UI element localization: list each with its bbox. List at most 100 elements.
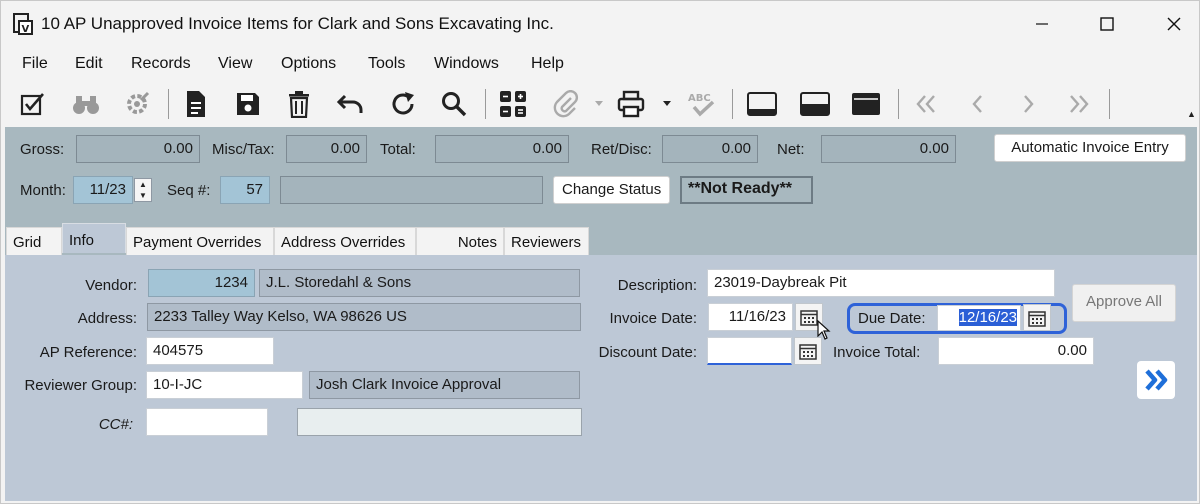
spellcheck-button[interactable]: ABC	[684, 87, 718, 121]
search-icon	[442, 92, 467, 117]
delete-button[interactable]	[282, 87, 316, 121]
tab-notes[interactable]: Notes	[416, 227, 504, 257]
discount-date-label: Discount Date:	[598, 344, 697, 361]
discount-date-calendar-button[interactable]	[794, 337, 822, 365]
menu-help[interactable]: Help	[531, 55, 564, 73]
tab-reviewers[interactable]: Reviewers	[504, 227, 589, 257]
tab-address-overrides[interactable]: Address Overrides	[274, 227, 416, 257]
vendor-id-field[interactable]: 1234	[148, 269, 255, 297]
prev-record-icon	[972, 95, 982, 113]
approve-all-button[interactable]: Approve All	[1072, 284, 1176, 322]
layout-top-button[interactable]	[745, 87, 779, 121]
minimize-button[interactable]	[1019, 1, 1065, 47]
month-label: Month:	[20, 182, 66, 199]
menu-windows[interactable]: Windows	[434, 55, 499, 73]
grid-button[interactable]	[496, 87, 530, 121]
seq-field[interactable]: 57	[220, 176, 270, 204]
menu-file[interactable]: File	[22, 55, 48, 73]
grid-icon	[500, 91, 526, 117]
next-record-icon	[1024, 95, 1034, 113]
seq-label: Seq #:	[167, 182, 211, 199]
attach-button[interactable]	[549, 87, 583, 121]
spellcheck-icon: ABC	[688, 93, 715, 117]
vendor-name-field: J.L. Storedahl & Sons	[259, 269, 580, 297]
print-dropdown-icon[interactable]	[663, 99, 671, 107]
description-label: Description:	[617, 277, 697, 294]
month-spinner[interactable]: ▲ ▼	[134, 178, 152, 202]
net-label: Net:	[777, 141, 805, 158]
automatic-invoice-entry-button[interactable]: Automatic Invoice Entry	[994, 134, 1186, 162]
undo-icon	[336, 94, 363, 113]
tab-info[interactable]: Info	[62, 223, 126, 253]
svg-text:V: V	[22, 24, 30, 35]
settings-button[interactable]	[120, 87, 154, 121]
description-field[interactable]: 23019-Daybreak Pit	[707, 269, 1055, 297]
maximize-button[interactable]	[1084, 1, 1130, 47]
undo-button[interactable]	[333, 87, 367, 121]
refresh-icon	[392, 92, 414, 115]
net-field: 0.00	[821, 135, 956, 163]
ret-disc-label: Ret/Disc:	[591, 141, 652, 158]
discount-date-field[interactable]	[707, 337, 792, 365]
misc-tax-field: 0.00	[286, 135, 367, 163]
toolbar-separator	[898, 89, 899, 119]
invoice-date-field[interactable]: 11/16/23	[708, 303, 793, 331]
app-window: V 10 AP Unapproved Invoice Items for Cla…	[0, 0, 1200, 504]
status-badge: **Not Ready**	[680, 176, 813, 204]
ret-disc-field: 0.00	[662, 135, 758, 163]
edit-check-button[interactable]	[16, 87, 50, 121]
layout-split-button[interactable]	[798, 87, 832, 121]
close-icon	[1167, 17, 1181, 31]
cc-description-field	[297, 408, 582, 436]
reviewer-group-field[interactable]: 10-I-JC	[146, 371, 303, 399]
binoculars-icon	[73, 96, 99, 114]
toolbar: ABC	[1, 81, 1199, 127]
find-button[interactable]	[69, 87, 103, 121]
address-field: 2233 Talley Way Kelso, WA 98626 US	[147, 303, 581, 331]
prev-record-button[interactable]	[961, 87, 995, 121]
save-button[interactable]	[231, 87, 265, 121]
spin-down-icon[interactable]: ▼	[135, 190, 151, 201]
change-status-button[interactable]: Change Status	[553, 176, 670, 204]
search-button[interactable]	[437, 87, 471, 121]
calendar-icon	[800, 310, 818, 326]
layout-full-button[interactable]	[849, 87, 883, 121]
attach-dropdown-icon[interactable]	[595, 99, 603, 107]
minimize-icon	[1036, 23, 1048, 25]
document-button[interactable]	[179, 87, 213, 121]
next-record-button[interactable]	[1011, 87, 1045, 121]
close-button[interactable]	[1151, 1, 1197, 47]
menu-records[interactable]: Records	[131, 55, 191, 73]
save-icon	[237, 93, 259, 115]
total-label: Total:	[380, 141, 416, 158]
refresh-button[interactable]	[386, 87, 420, 121]
due-date-calendar-button[interactable]	[1023, 304, 1051, 331]
first-record-button[interactable]	[909, 87, 943, 121]
next-page-button[interactable]	[1137, 361, 1175, 399]
tab-payment-overrides[interactable]: Payment Overrides	[126, 227, 274, 257]
document-icon	[187, 91, 205, 117]
tab-grid[interactable]: Grid	[6, 227, 62, 257]
cc-field[interactable]	[146, 408, 268, 436]
invoice-total-field[interactable]: 0.00	[938, 337, 1094, 365]
ap-reference-field[interactable]: 404575	[146, 337, 274, 365]
maximize-icon	[1100, 17, 1114, 31]
menu-options[interactable]: Options	[281, 55, 336, 73]
title-bar: V 10 AP Unapproved Invoice Items for Cla…	[1, 1, 1199, 47]
menu-edit[interactable]: Edit	[75, 55, 103, 73]
print-button[interactable]	[614, 87, 648, 121]
window-title: 10 AP Unapproved Invoice Items for Clark…	[41, 14, 554, 33]
menu-view[interactable]: View	[218, 55, 252, 73]
ap-reference-label: AP Reference:	[39, 344, 137, 361]
spin-up-icon[interactable]: ▲	[135, 179, 151, 190]
month-field[interactable]: 11/23	[73, 176, 133, 204]
due-date-field[interactable]: 12/16/23	[937, 305, 1021, 331]
toolbar-separator	[168, 89, 169, 119]
settings-wrench-icon	[127, 91, 150, 114]
last-record-button[interactable]	[1062, 87, 1096, 121]
seq-description-field	[280, 176, 543, 204]
address-label: Address:	[77, 310, 137, 327]
menu-tools[interactable]: Tools	[368, 55, 405, 73]
scroll-up-arrow-icon[interactable]: ▲	[1187, 109, 1197, 125]
toolbar-separator	[732, 89, 733, 119]
